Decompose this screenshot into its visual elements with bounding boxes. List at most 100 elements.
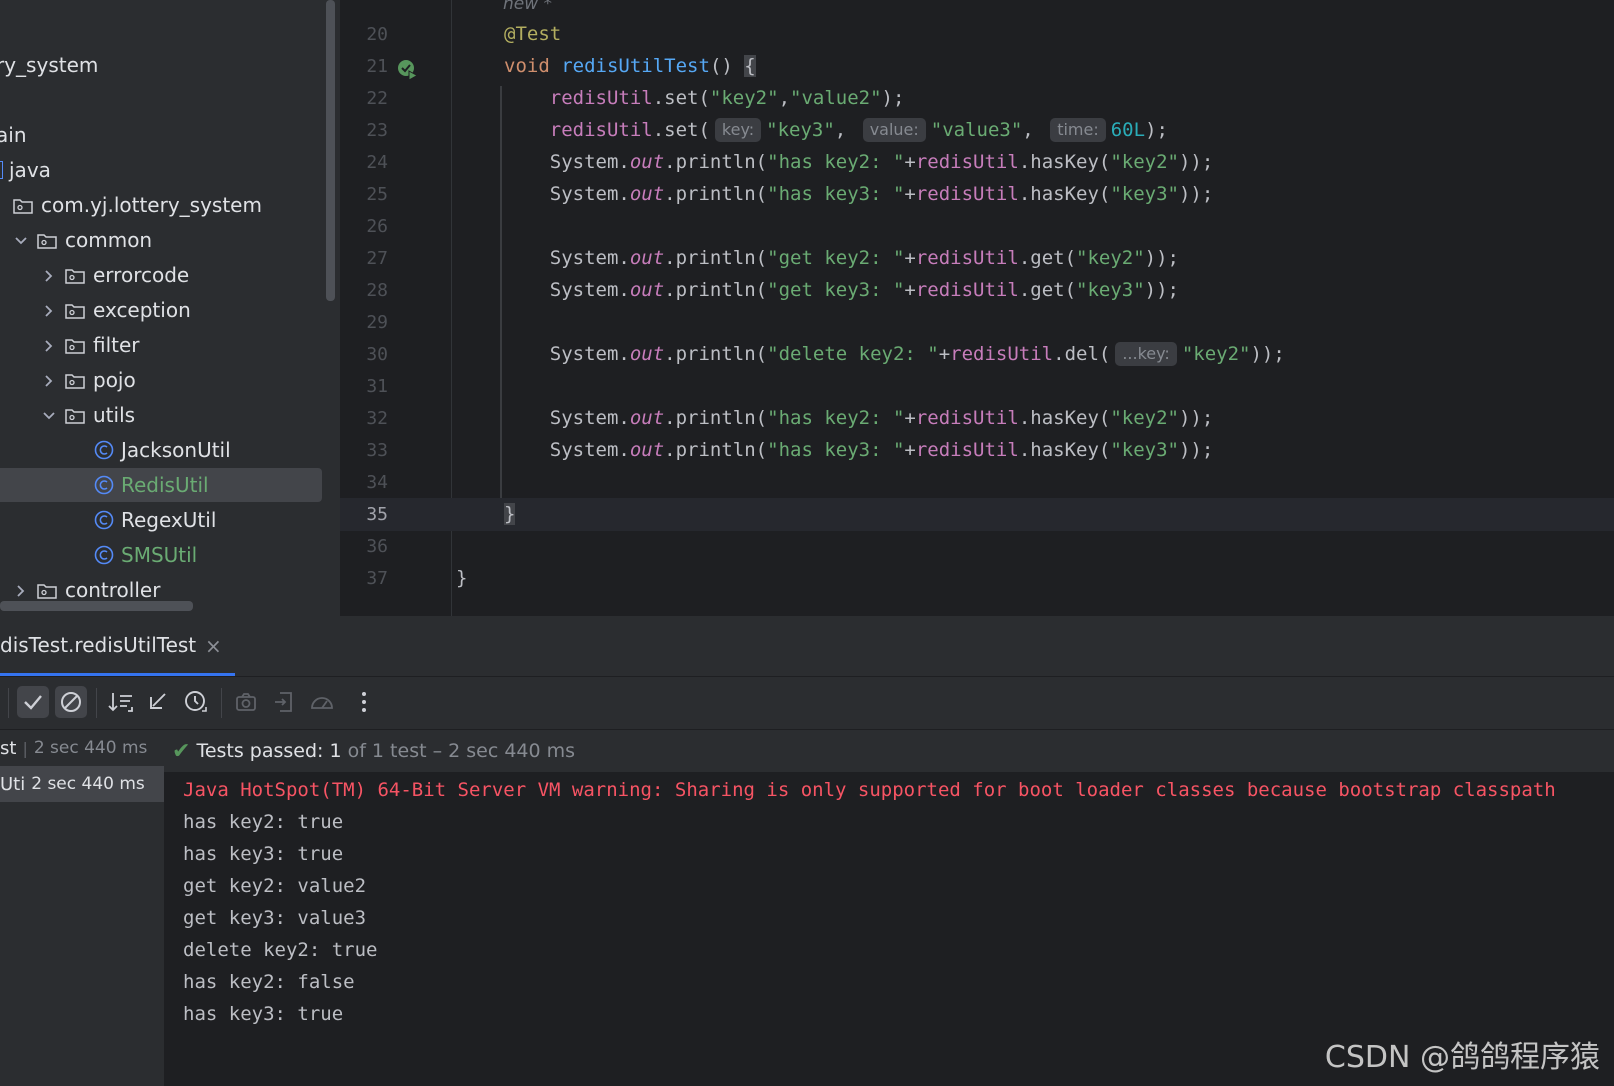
import-tests-button[interactable]: [268, 686, 300, 718]
close-tab-icon[interactable]: ×: [205, 634, 222, 658]
test-history-button[interactable]: [180, 686, 212, 718]
project-tree-item[interactable]: RegexUtil: [0, 503, 322, 537]
project-tree-item[interactable]: pojo: [0, 363, 322, 397]
code-line[interactable]: 20 @Test: [340, 18, 1614, 51]
line-number[interactable]: 30: [340, 338, 388, 371]
project-tree-item[interactable]: RedisUtil: [0, 468, 322, 502]
line-number[interactable]: 26: [340, 210, 388, 243]
camera-icon: [236, 693, 256, 711]
show-passed-button[interactable]: [17, 686, 49, 718]
project-tree-item[interactable]: JacksonUtil: [0, 433, 322, 467]
show-ignored-button[interactable]: [55, 686, 87, 718]
line-number[interactable]: 28: [340, 274, 388, 307]
line-number[interactable]: 35: [340, 498, 388, 531]
tree-item-label: exception: [93, 298, 191, 322]
console-warning-line: Java HotSpot(TM) 64-Bit Server VM warnin…: [183, 779, 1556, 801]
code-line[interactable]: 30 System.out.println("delete key2: "+re…: [340, 338, 1614, 371]
project-tree-item[interactable]: ain: [0, 118, 322, 152]
code-token: "has key3: ": [767, 183, 905, 205]
console-output[interactable]: Java HotSpot(TM) 64-Bit Server VM warnin…: [164, 772, 1614, 1086]
code-line[interactable]: 35}: [340, 498, 1614, 531]
chevron-right-icon[interactable]: [40, 266, 58, 284]
sort-alphabetically-button[interactable]: [105, 686, 137, 718]
line-number[interactable]: 22: [340, 82, 388, 115]
code-line[interactable]: 21 void redisUtilTest() {: [340, 50, 1614, 83]
code-token: .hasKey(: [1018, 151, 1111, 173]
code-token: redisUtil: [950, 343, 1054, 365]
code-line[interactable]: 25 System.out.println("has key3: "+redis…: [340, 178, 1614, 211]
class-icon: [94, 475, 114, 495]
line-number[interactable]: 25: [340, 178, 388, 211]
class-icon: [94, 440, 114, 460]
project-tree-item[interactable]: com.yj.lottery_system: [0, 188, 322, 222]
line-number[interactable]: 24: [340, 146, 388, 179]
chevron-right-icon[interactable]: [40, 336, 58, 354]
clock-icon: [185, 691, 207, 712]
line-number[interactable]: 29: [340, 306, 388, 339]
chevron-right-icon[interactable]: [40, 301, 58, 319]
coverage-button[interactable]: [306, 686, 338, 718]
line-number[interactable]: 23: [340, 114, 388, 147]
code-token: redisUtil: [915, 183, 1019, 205]
line-number[interactable]: 32: [340, 402, 388, 435]
code-line[interactable]: 26: [340, 210, 1614, 243]
console-output-line: has key2: true: [183, 811, 344, 833]
code-token: ));: [1144, 279, 1179, 301]
code-token: System.: [549, 247, 630, 269]
code-line[interactable]: 36: [340, 530, 1614, 563]
code-line[interactable]: 29: [340, 306, 1614, 339]
line-number[interactable]: 31: [340, 370, 388, 403]
code-line[interactable]: 27 System.out.println("get key2: "+redis…: [340, 242, 1614, 275]
line-number[interactable]: 36: [340, 530, 388, 563]
project-tree-item[interactable]: common: [0, 223, 322, 257]
more-options-button[interactable]: [348, 686, 380, 718]
line-number[interactable]: 20: [340, 18, 388, 51]
project-tree-item[interactable]: exception: [0, 293, 322, 327]
line-number[interactable]: 37: [340, 562, 388, 595]
project-tree-item[interactable]: utils: [0, 398, 322, 432]
line-number[interactable]: 21: [340, 50, 388, 83]
run-test-passed-icon[interactable]: [397, 59, 419, 81]
code-line[interactable]: 28 System.out.println("get key3: "+redis…: [340, 274, 1614, 307]
project-vertical-scrollbar[interactable]: [326, 0, 335, 301]
tree-item-content: com.yj.lottery_system: [12, 188, 262, 222]
chevron-down-icon: [15, 237, 27, 245]
code-line[interactable]: 31: [340, 370, 1614, 403]
code-line[interactable]: 22 redisUtil.set("key2","value2");: [340, 82, 1614, 115]
collapse-all-button[interactable]: [142, 686, 174, 718]
tree-item-label: JacksonUtil: [121, 438, 231, 462]
project-tree-item[interactable]: errorcode: [0, 258, 322, 292]
project-tree-item[interactable]: java: [0, 153, 322, 187]
test-tree-item[interactable]: Uti 2 sec 440 ms: [0, 766, 164, 802]
line-number[interactable]: 33: [340, 434, 388, 467]
line-number[interactable]: 34: [340, 466, 388, 499]
project-tree-item[interactable]: SMSUtil: [0, 538, 322, 572]
sort-icon: [108, 693, 133, 712]
project-tree-item[interactable]: filter: [0, 328, 322, 362]
usage-hint[interactable]: new *: [503, 0, 552, 14]
code-token: "get key3: ": [767, 279, 905, 301]
chevron-down-icon[interactable]: [40, 406, 58, 424]
run-tab[interactable]: disTest.redisUtilTest: [0, 616, 235, 674]
chevron-down-icon[interactable]: [12, 231, 30, 249]
code-token: "get key2: ": [767, 247, 905, 269]
code-line[interactable]: 37}: [340, 562, 1614, 595]
code-line[interactable]: 24 System.out.println("has key2: "+redis…: [340, 146, 1614, 179]
chevron-right-icon[interactable]: [12, 581, 30, 599]
code-editor[interactable]: new * 20 @Test 21 void redisUtilTest() {22 …: [340, 0, 1614, 616]
code-token: redisUtil: [915, 279, 1019, 301]
code-token: .hasKey(: [1018, 439, 1111, 461]
line-number[interactable]: 27: [340, 242, 388, 275]
project-tool-window: ry_systemain java com.yj.lottery_system com…: [0, 0, 340, 616]
chevron-right-icon[interactable]: [40, 371, 58, 389]
code-line[interactable]: 23 redisUtil.set(key: "key3", value: "valu…: [340, 114, 1614, 147]
project-horizontal-scrollbar[interactable]: [0, 601, 193, 611]
code-line[interactable]: 33 System.out.println("has key3: "+redis…: [340, 434, 1614, 467]
code-line[interactable]: 32 System.out.println("has key2: "+redis…: [340, 402, 1614, 435]
code-line[interactable]: 34: [340, 466, 1614, 499]
test-tree-item[interactable]: st | 2 sec 440 ms: [0, 730, 164, 766]
project-tree-item[interactable]: ry_system: [0, 48, 322, 82]
snapshot-button[interactable]: [230, 686, 262, 718]
code-token: redisUtil: [549, 119, 653, 141]
folder-icon: [37, 584, 57, 599]
